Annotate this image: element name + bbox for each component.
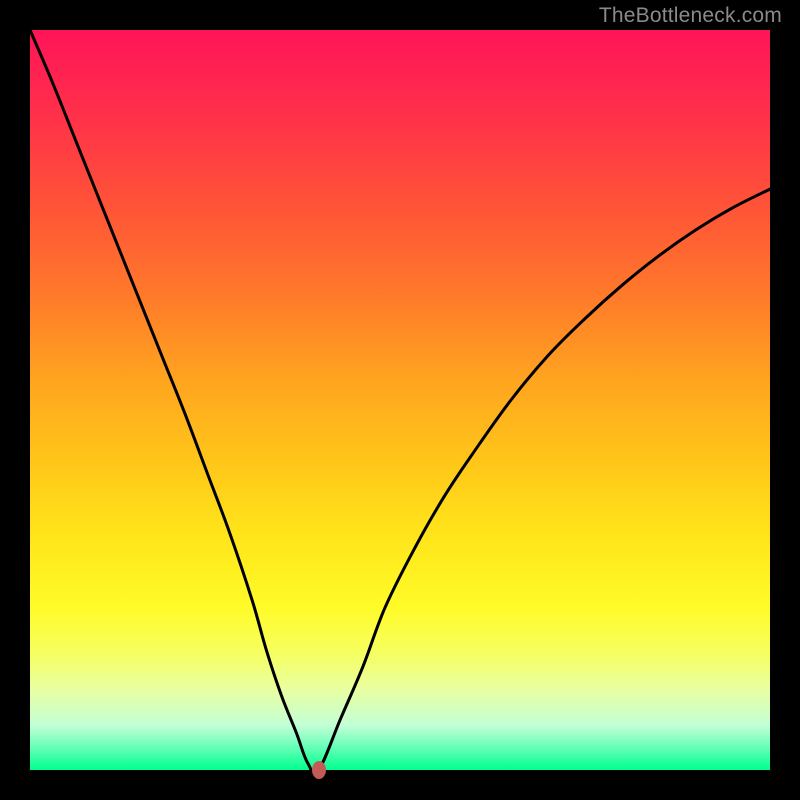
bottleneck-curve-path [30, 30, 770, 773]
plot-area [30, 30, 770, 770]
curve-svg [30, 30, 770, 770]
curve-minimum-marker [312, 761, 326, 779]
chart-frame: TheBottleneck.com [0, 0, 800, 800]
watermark-text: TheBottleneck.com [599, 4, 782, 28]
